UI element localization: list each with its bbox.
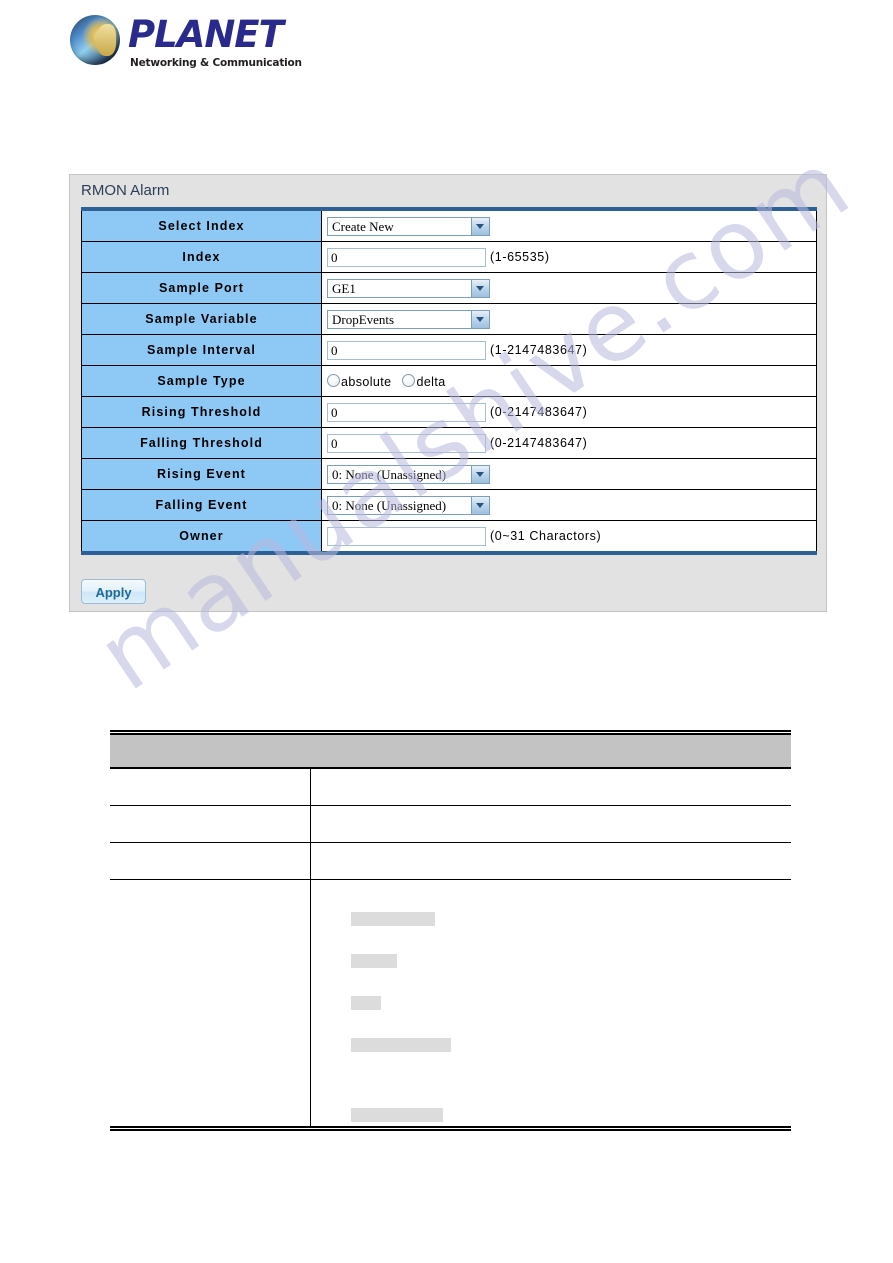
select-index-dropdown[interactable]: Create New <box>327 216 490 236</box>
index-hint: (1-65535) <box>490 250 550 264</box>
sample-port-dropdown[interactable]: GE1 <box>327 278 490 298</box>
row-value-owner: (0~31 Charactors) <box>321 520 817 554</box>
row-value-sample-interval: 0 (1-2147483647) <box>321 334 817 366</box>
table-header-row <box>110 735 791 768</box>
falling-threshold-hint: (0-2147483647) <box>490 436 588 450</box>
apply-button[interactable]: Apply <box>81 579 146 604</box>
rising-threshold-input[interactable]: 0 <box>327 402 486 422</box>
row-label-sample-type: Sample Type <box>81 365 322 397</box>
table-row <box>110 879 791 1126</box>
sample-interval-hint: (1-2147483647) <box>490 343 588 357</box>
column-header-object <box>110 735 311 768</box>
row-label-falling-threshold: Falling Threshold <box>81 427 322 459</box>
table-row: Sample Variable DropEvents <box>81 303 817 335</box>
cell-description <box>310 842 791 880</box>
planet-logo: PLANET Networking & Communication <box>70 8 330 74</box>
sample-port-value: GE1 <box>332 280 356 296</box>
planet-globe-icon <box>70 15 120 65</box>
row-value-sample-type: absolute delta <box>321 365 817 397</box>
cell-object <box>110 767 311 806</box>
row-label-rising-event: Rising Event <box>81 458 322 490</box>
row-value-sample-variable: DropEvents <box>321 303 817 335</box>
rule <box>110 1126 791 1131</box>
table-row: Rising Event 0: None (Unassigned) <box>81 458 817 490</box>
rising-event-dropdown[interactable]: 0: None (Unassigned) <box>327 464 490 484</box>
table-row: Sample Interval 0 (1-2147483647) <box>81 334 817 366</box>
row-label-owner: Owner <box>81 520 322 554</box>
brand-name: PLANET <box>128 13 284 56</box>
radio-delta[interactable] <box>402 373 416 387</box>
owner-hint: (0~31 Charactors) <box>490 529 602 543</box>
radio-absolute[interactable] <box>327 373 340 387</box>
row-value-select-index: Create New <box>321 208 817 242</box>
table-row: Select Index Create New <box>81 208 817 242</box>
table-row: Falling Threshold 0 (0-2147483647) <box>81 427 817 459</box>
chevron-down-icon[interactable] <box>471 310 489 328</box>
radio-delta-label: delta <box>416 374 446 389</box>
sample-variable-dropdown[interactable]: DropEvents <box>327 309 490 329</box>
row-value-falling-threshold: 0 (0-2147483647) <box>321 427 817 459</box>
table-row: Falling Event 0: None (Unassigned) <box>81 489 817 521</box>
row-label-falling-event: Falling Event <box>81 489 322 521</box>
chevron-down-icon[interactable] <box>471 496 489 514</box>
rising-event-value: 0: None (Unassigned) <box>332 466 447 482</box>
rising-threshold-hint: (0-2147483647) <box>490 405 588 419</box>
table-row: Owner (0~31 Charactors) <box>81 520 817 554</box>
redacted-block <box>351 912 435 926</box>
rmon-alarm-panel: RMON Alarm Select Index Create New Index… <box>69 174 827 612</box>
parameter-description-table <box>110 730 791 1131</box>
table-bottom-rule <box>110 1126 791 1131</box>
row-value-rising-threshold: 0 (0-2147483647) <box>321 396 817 428</box>
chevron-down-icon[interactable] <box>471 217 489 235</box>
cell-object <box>110 842 311 880</box>
table-row: Sample Port GE1 <box>81 272 817 304</box>
page-title: RMON Alarm <box>81 182 170 199</box>
cell-description <box>310 805 791 843</box>
row-label-index: Index <box>81 241 322 273</box>
sample-interval-input[interactable]: 0 <box>327 340 486 360</box>
row-label-sample-port: Sample Port <box>81 272 322 304</box>
column-header-description <box>310 735 791 768</box>
row-label-sample-interval: Sample Interval <box>81 334 322 366</box>
cell-object <box>110 879 311 1126</box>
cell-description-with-blocks <box>310 879 791 1126</box>
row-value-rising-event: 0: None (Unassigned) <box>321 458 817 490</box>
sample-variable-value: DropEvents <box>332 311 395 327</box>
chevron-down-icon[interactable] <box>471 279 489 297</box>
redacted-block <box>351 1108 443 1122</box>
cell-object <box>110 805 311 843</box>
table-row: Sample Type absolute delta <box>81 365 817 397</box>
brand-tagline: Networking & Communication <box>130 57 302 69</box>
owner-input[interactable] <box>327 526 486 546</box>
table-row <box>110 842 791 880</box>
falling-event-dropdown[interactable]: 0: None (Unassigned) <box>327 495 490 515</box>
table-row: Index 0 (1-65535) <box>81 241 817 273</box>
redacted-block <box>351 1038 451 1052</box>
chevron-down-icon[interactable] <box>471 465 489 483</box>
row-value-index: 0 (1-65535) <box>321 241 817 273</box>
redacted-block <box>351 996 381 1010</box>
radio-absolute-label: absolute <box>341 374 392 389</box>
sample-type-radio-group: absolute delta <box>327 373 457 389</box>
row-label-select-index: Select Index <box>81 208 322 242</box>
table-row <box>110 767 791 806</box>
row-label-sample-variable: Sample Variable <box>81 303 322 335</box>
rmon-alarm-form: Select Index Create New Index 0 (1-65535)… <box>81 207 817 555</box>
falling-event-value: 0: None (Unassigned) <box>332 497 447 513</box>
row-value-sample-port: GE1 <box>321 272 817 304</box>
redacted-block <box>351 954 397 968</box>
cell-description <box>310 767 791 806</box>
select-index-value: Create New <box>332 218 394 234</box>
row-label-rising-threshold: Rising Threshold <box>81 396 322 428</box>
row-value-falling-event: 0: None (Unassigned) <box>321 489 817 521</box>
table-row <box>110 805 791 843</box>
table-row: Rising Threshold 0 (0-2147483647) <box>81 396 817 428</box>
index-input[interactable]: 0 <box>327 247 486 267</box>
falling-threshold-input[interactable]: 0 <box>327 433 486 453</box>
